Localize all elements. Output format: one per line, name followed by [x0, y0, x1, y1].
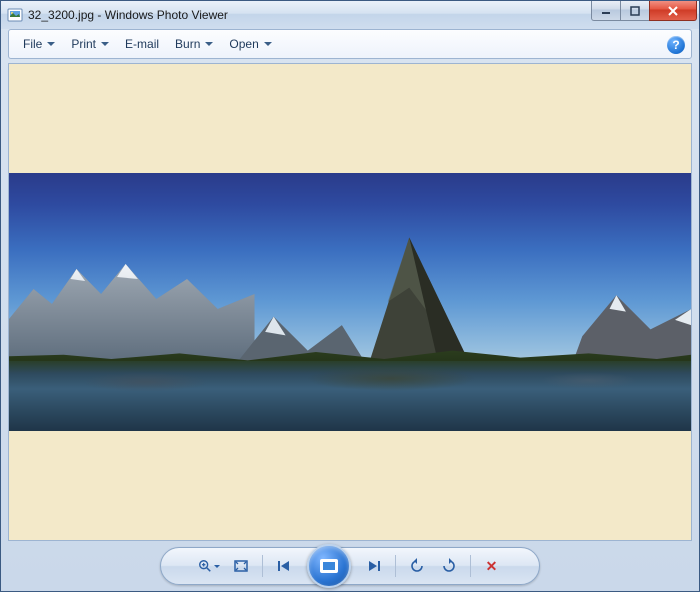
- menu-email[interactable]: E-mail: [117, 34, 167, 54]
- image-viewport[interactable]: [8, 63, 692, 541]
- delete-button[interactable]: ✕: [481, 555, 503, 577]
- window-buttons: [592, 1, 697, 21]
- delete-icon: ✕: [486, 558, 498, 575]
- menu-print-label: Print: [71, 37, 96, 51]
- zoom-button[interactable]: [198, 555, 220, 577]
- close-button[interactable]: [649, 1, 697, 21]
- help-icon: ?: [672, 38, 679, 52]
- maximize-button[interactable]: [620, 1, 650, 21]
- title-separator: -: [94, 8, 105, 22]
- chevron-down-icon: [101, 42, 109, 46]
- toolbar-separator: [262, 555, 263, 577]
- menu-open[interactable]: Open: [221, 34, 279, 54]
- chevron-down-icon: [47, 42, 55, 46]
- window-frame: 32_3200.jpg - Windows Photo Viewer File …: [0, 0, 700, 592]
- menu-file-label: File: [23, 37, 42, 51]
- menu-burn[interactable]: Burn: [167, 34, 221, 54]
- fit-window-button[interactable]: [230, 555, 252, 577]
- title-filename: 32_3200.jpg: [28, 8, 94, 22]
- chevron-down-icon: [264, 42, 272, 46]
- menubar: File Print E-mail Burn Open ?: [8, 29, 692, 59]
- rotate-ccw-button[interactable]: [406, 555, 428, 577]
- help-button[interactable]: ?: [667, 36, 685, 54]
- slideshow-icon: [320, 559, 338, 573]
- title-appname: Windows Photo Viewer: [105, 8, 228, 22]
- bottom-toolbar: ✕: [160, 547, 540, 585]
- toolbar-separator: [395, 555, 396, 577]
- menu-burn-label: Burn: [175, 37, 200, 51]
- chevron-down-icon: [214, 565, 220, 568]
- next-button[interactable]: [363, 555, 385, 577]
- window-title: 32_3200.jpg - Windows Photo Viewer: [28, 8, 228, 22]
- toolbar-separator: [470, 555, 471, 577]
- displayed-image: [9, 173, 691, 431]
- previous-button[interactable]: [273, 555, 295, 577]
- slideshow-button[interactable]: [307, 544, 351, 588]
- menu-email-label: E-mail: [125, 37, 159, 51]
- rotate-cw-button[interactable]: [438, 555, 460, 577]
- chevron-down-icon: [205, 42, 213, 46]
- photo-viewer-icon: [7, 7, 23, 23]
- titlebar[interactable]: 32_3200.jpg - Windows Photo Viewer: [1, 1, 699, 29]
- menu-open-label: Open: [229, 37, 258, 51]
- menu-file[interactable]: File: [15, 34, 63, 54]
- minimize-button[interactable]: [591, 1, 621, 21]
- menu-print[interactable]: Print: [63, 34, 117, 54]
